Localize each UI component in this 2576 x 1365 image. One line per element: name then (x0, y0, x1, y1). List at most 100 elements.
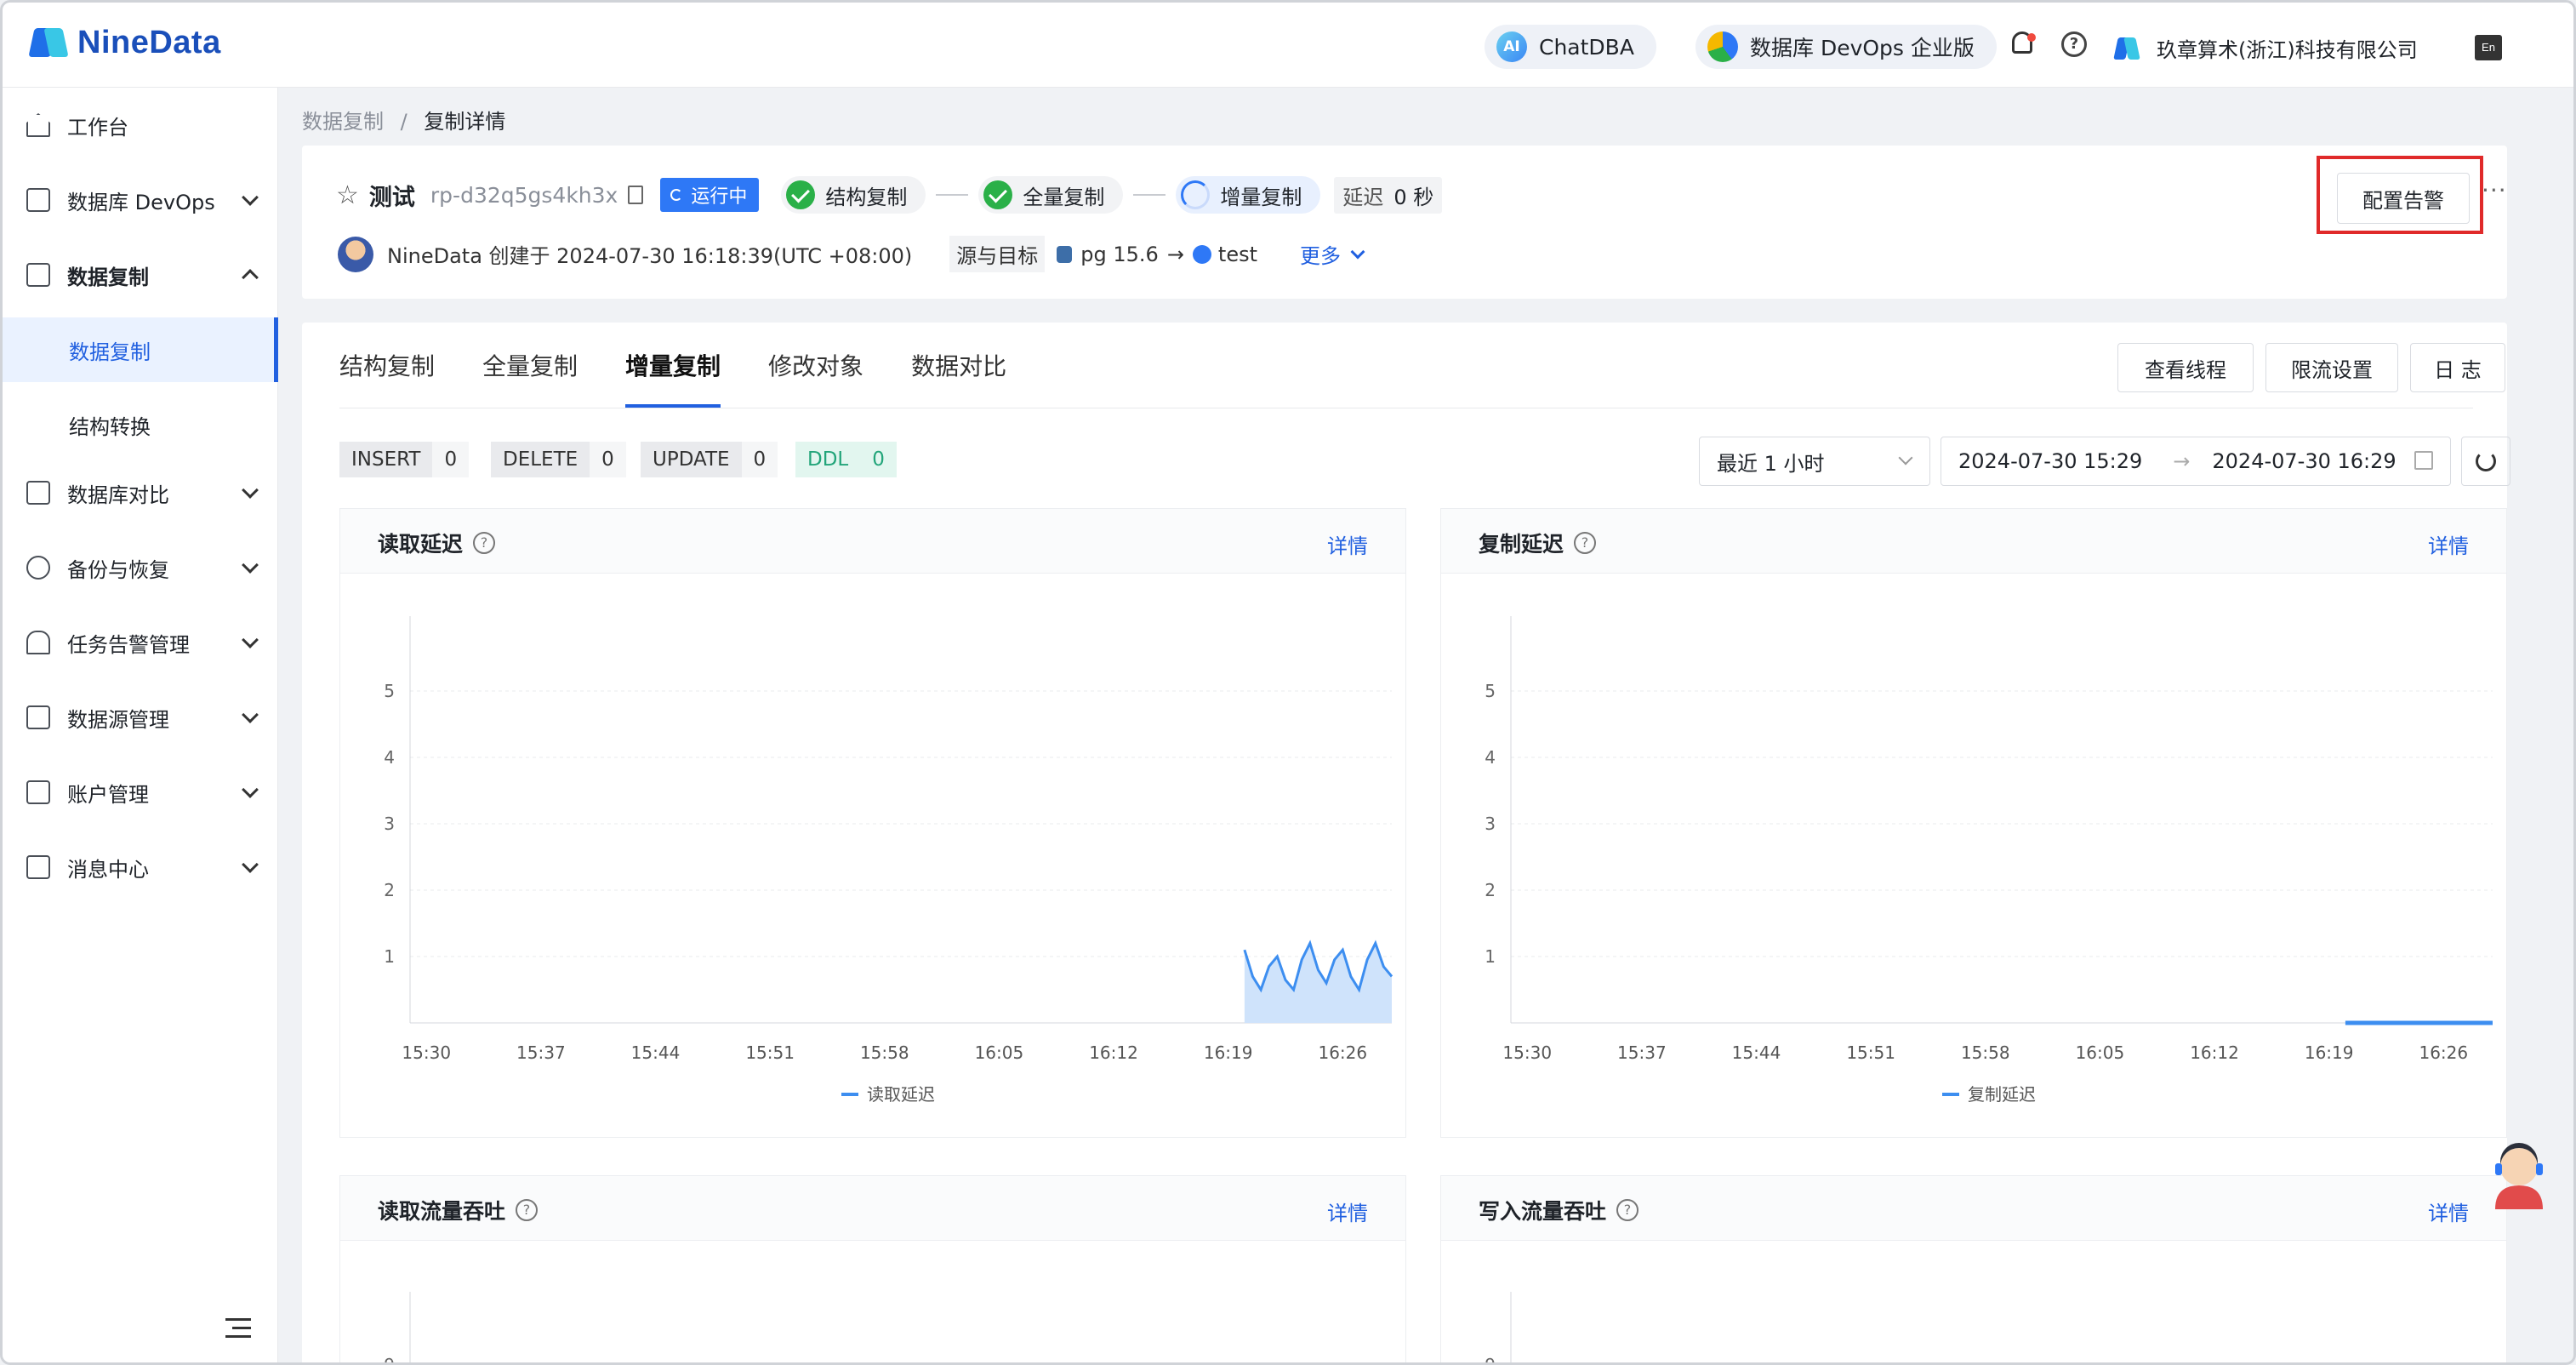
progress-ring-icon (1181, 180, 1211, 209)
compare-icon (26, 481, 50, 505)
refresh-icon (2476, 451, 2496, 471)
help-icon[interactable]: ? (516, 1199, 539, 1221)
step-full: 全量复制 (978, 176, 1124, 214)
date-range-picker[interactable]: 2024-07-30 15:29 → 2024-07-30 16:29 (1941, 437, 2451, 486)
sidebar-item-devops[interactable]: 数据库 DevOps (3, 166, 278, 234)
x-tick-label: 15:58 (1961, 1042, 2010, 1063)
copy-icon[interactable] (628, 186, 644, 204)
panel-title: 复制延迟? (1479, 528, 1597, 558)
monitor-icon (26, 188, 50, 212)
alarm-icon (26, 631, 50, 654)
y-tick-label: 3 (384, 814, 395, 834)
help-icon[interactable]: ? (1574, 532, 1597, 554)
stat-update: UPDATE 0 (641, 442, 778, 477)
edition-button[interactable]: 数据库 DevOps 企业版 (1695, 25, 1997, 69)
sidebar-item-datasource[interactable]: 数据源管理 (3, 683, 278, 751)
breadcrumb-separator: / (400, 110, 407, 134)
panel-title-text: 复制延迟 (1479, 532, 1564, 557)
chart-panel-read-latency: 读取延迟? 详情 1 2 3 4 5 15:30 15:37 15:44 15:51 15:58 1… (339, 508, 1406, 1138)
task-name: 测试 (368, 184, 415, 211)
y-tick-label: 1 (384, 946, 395, 967)
star-icon[interactable]: ☆ (336, 180, 359, 210)
log-button[interactable]: 日 志 (2410, 343, 2505, 392)
more-toggle[interactable]: 更多 (1300, 239, 1365, 269)
help-icon[interactable]: ? (473, 532, 496, 554)
target-db-icon (1192, 244, 1211, 264)
range-start[interactable]: 2024-07-30 15:29 (1958, 449, 2142, 473)
chart-panel-read-throughput: 读取流量吞吐? 详情 9 (339, 1175, 1406, 1365)
detail-card: 结构复制 全量复制 增量复制 修改对象 数据对比 查看线程 限流设置 日 志 I… (302, 323, 2510, 1365)
x-tick-label: 16:12 (1089, 1042, 1138, 1063)
details-link[interactable]: 详情 (2428, 1197, 2469, 1226)
details-link[interactable]: 详情 (1327, 1197, 1368, 1226)
stat-value: 0 (432, 442, 470, 477)
panel-title: 读取延迟? (378, 528, 496, 558)
x-tick-label: 16:26 (1318, 1042, 1367, 1063)
more-label: 更多 (1300, 244, 1342, 268)
sidebar-item-label: 工作台 (67, 115, 128, 140)
brand-logo[interactable]: NineData (28, 23, 221, 62)
target-db: test (1217, 242, 1258, 266)
refresh-button[interactable] (2461, 437, 2510, 486)
time-range-select[interactable]: 最近 1 小时 (1699, 437, 1930, 486)
step-connector (1133, 194, 1166, 196)
throttle-settings-button[interactable]: 限流设置 (2265, 343, 2398, 392)
step-label: 增量复制 (1220, 185, 1302, 209)
y-tick-label: 4 (384, 747, 395, 768)
y-tick-label: 3 (1485, 814, 1496, 834)
chevron-down-icon (1350, 244, 1365, 259)
account-icon (26, 780, 50, 804)
edition-globe-icon (1707, 31, 1738, 62)
spinner-icon (670, 189, 683, 201)
status-badge: 运行中 (660, 178, 760, 212)
delay-indicator: 延迟 0 秒 (1334, 176, 1443, 214)
panel-header: 读取流量吞吐? 详情 (340, 1176, 1405, 1241)
sidebar-item-messages[interactable]: 消息中心 (3, 833, 278, 901)
chevron-down-icon (242, 706, 259, 723)
breadcrumb: 数据复制 / 复制详情 (302, 105, 505, 134)
more-actions-icon[interactable]: ··· (2482, 176, 2507, 204)
sidebar-item-replication[interactable]: 数据复制 (3, 241, 278, 309)
support-assistant-icon[interactable] (2490, 1141, 2548, 1209)
chatdba-button[interactable]: AI ChatDBA (1485, 25, 1656, 69)
sidebar-item-accounts[interactable]: 账户管理 (3, 758, 278, 826)
x-tick-label: 15:37 (1617, 1042, 1667, 1063)
sidebar-item-db-compare[interactable]: 数据库对比 (3, 459, 278, 527)
help-icon[interactable]: ? (1616, 1199, 1639, 1221)
language-switch-icon[interactable]: En (2475, 35, 2502, 60)
top-bar: NineData AI ChatDBA 数据库 DevOps 企业版 ? 玖章算… (3, 3, 2573, 88)
details-link[interactable]: 详情 (2428, 529, 2469, 559)
range-end[interactable]: 2024-07-30 16:29 (2212, 449, 2396, 473)
sidebar-item-backup[interactable]: 备份与恢复 (3, 534, 278, 602)
x-tick-label: 15:51 (1846, 1042, 1895, 1063)
legend-label: 读取延迟 (867, 1084, 935, 1105)
y-tick-label: 2 (1485, 880, 1496, 900)
tab-incremental-replication[interactable]: 增量复制 (625, 323, 721, 408)
step-label: 结构复制 (825, 185, 908, 209)
company-switcher[interactable]: 玖章算术(浙江)科技有限公司 (2113, 33, 2418, 63)
sidebar-subitem-replication[interactable]: 数据复制 (3, 317, 278, 382)
panel-header: 读取延迟? 详情 (340, 509, 1405, 574)
panel-header: 写入流量吞吐? 详情 (1441, 1176, 2506, 1241)
sidebar-item-alerts[interactable]: 任务告警管理 (3, 608, 278, 677)
sidebar-item-workbench[interactable]: 工作台 (3, 91, 278, 159)
chevron-up-icon (242, 269, 259, 286)
breadcrumb-parent[interactable]: 数据复制 (302, 110, 384, 134)
collapse-sidebar-icon[interactable] (225, 1318, 251, 1339)
tab-schema-replication[interactable]: 结构复制 (339, 323, 435, 408)
y-tick-label: 9 (384, 1355, 395, 1365)
tab-full-replication[interactable]: 全量复制 (482, 323, 578, 408)
stat-value: 0 (590, 442, 626, 477)
sidebar-subitem-schema-convert[interactable]: 结构转换 (3, 392, 278, 457)
check-circle-icon (983, 180, 1013, 209)
tab-modify-objects[interactable]: 修改对象 (768, 323, 863, 408)
panel-title: 写入流量吞吐? (1479, 1195, 1639, 1225)
check-circle-icon (786, 180, 816, 209)
step-incremental: 增量复制 (1176, 176, 1321, 214)
tab-data-compare[interactable]: 数据对比 (911, 323, 1006, 408)
task-id: rp-d32q5gs4kh3x (430, 182, 618, 208)
details-link[interactable]: 详情 (1327, 529, 1368, 559)
view-threads-button[interactable]: 查看线程 (2117, 343, 2254, 392)
help-icon[interactable]: ? (2061, 31, 2087, 57)
chevron-down-icon (242, 631, 259, 648)
